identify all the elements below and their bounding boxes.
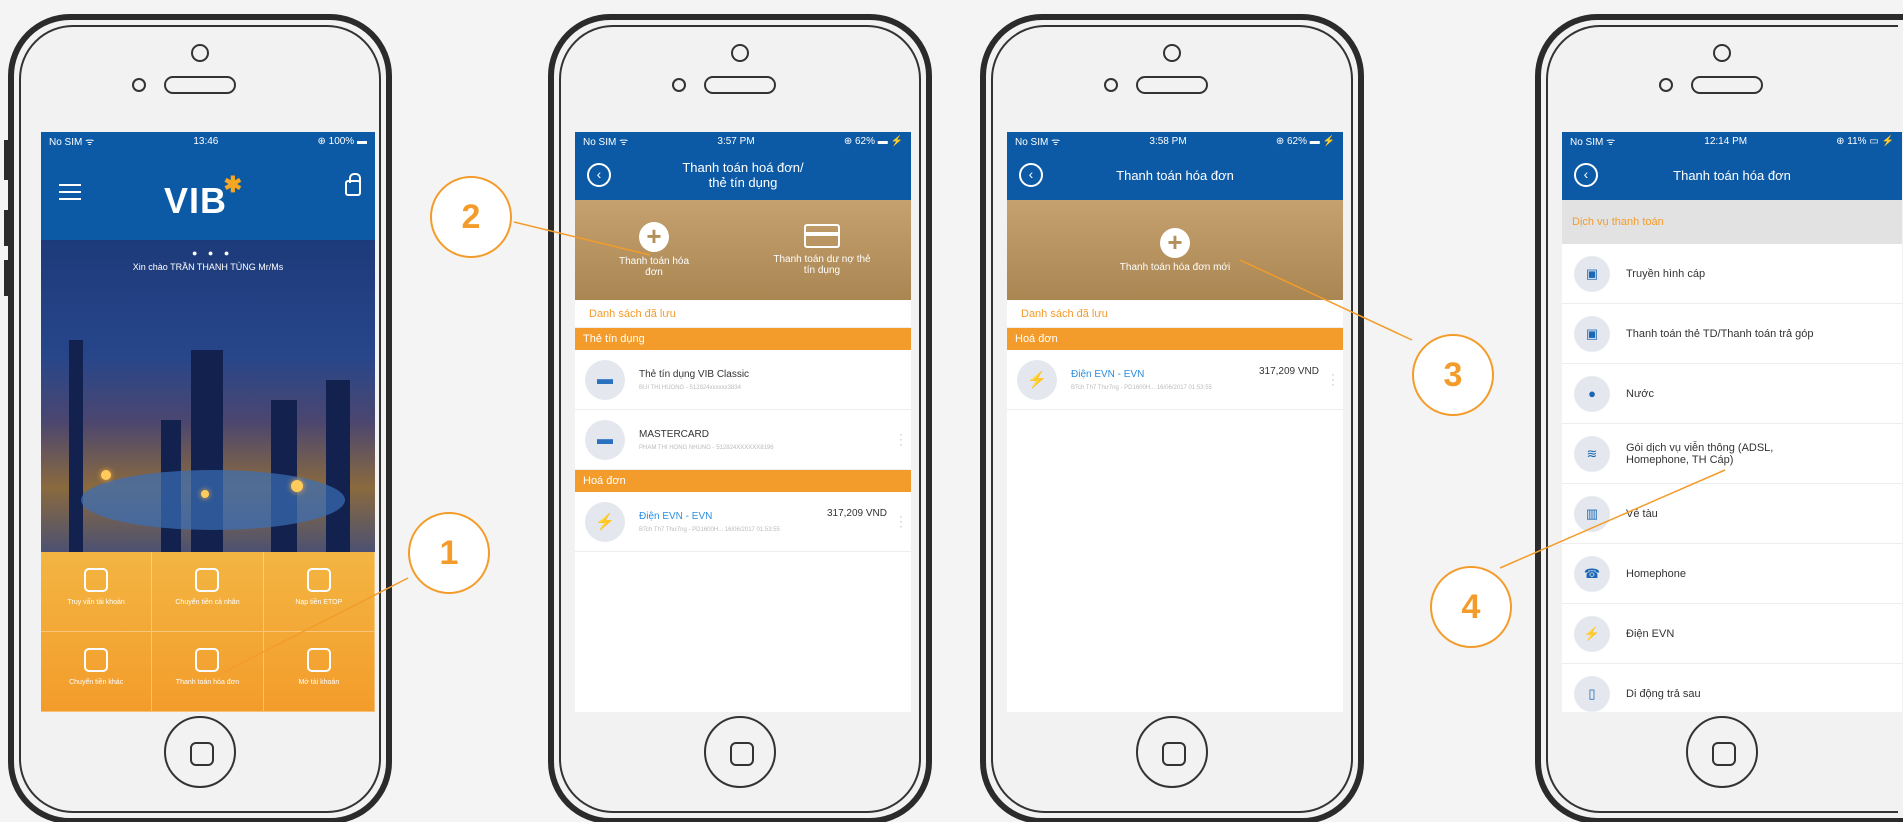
callout-step-3: 3	[1412, 334, 1494, 416]
callout-step-1: 1	[408, 512, 490, 594]
tutorial-stage: No SIM ᯤ 13:46 ⊕ 100% ▬ VIB ✱ ● ● ● Xin c…	[0, 0, 1903, 822]
callout-step-2: 2	[430, 176, 512, 258]
callout-lines	[223, 221, 1726, 673]
callout-step-4: 4	[1430, 566, 1512, 648]
